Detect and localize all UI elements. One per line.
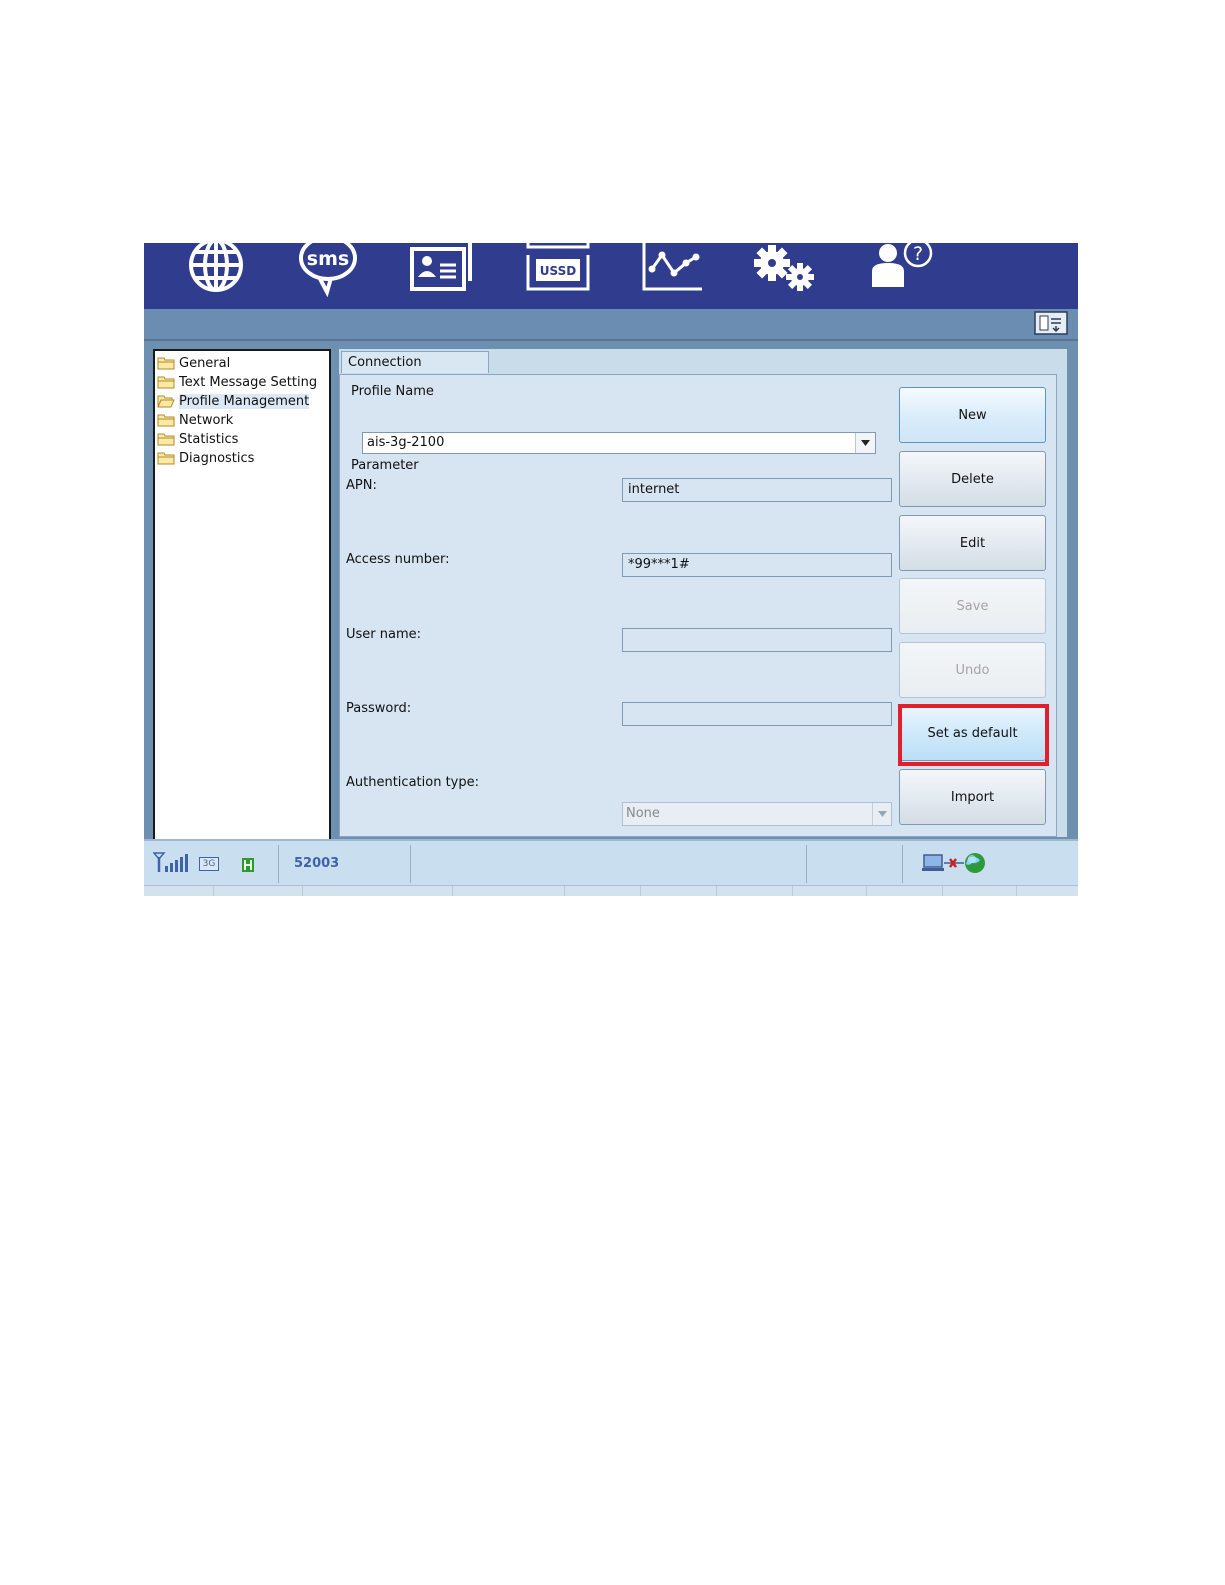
settings-tree: General Text Message Setting Profile Man… bbox=[153, 349, 331, 841]
footer-divider bbox=[792, 886, 793, 896]
undo-button[interactable]: Undo bbox=[899, 642, 1046, 698]
tree-item-statistics[interactable]: Statistics bbox=[157, 430, 238, 448]
import-button[interactable]: Import bbox=[899, 769, 1046, 825]
tree-item-label: General bbox=[179, 355, 231, 371]
svg-text:?: ? bbox=[913, 243, 923, 265]
authentication-type-value: None bbox=[626, 806, 660, 821]
roaming-icon bbox=[242, 858, 254, 872]
status-bar: 3G 52003 bbox=[144, 839, 1078, 896]
svg-text:sms: sms bbox=[307, 248, 349, 270]
authentication-type-select[interactable]: None bbox=[622, 802, 892, 826]
access-number-label: Access number: bbox=[346, 552, 450, 567]
ussd-icon[interactable]: USSD bbox=[524, 243, 592, 297]
chevron-down-icon[interactable] bbox=[855, 433, 875, 453]
tree-item-profile-management[interactable]: Profile Management bbox=[157, 392, 310, 410]
globe-icon[interactable] bbox=[186, 243, 246, 297]
tree-item-network[interactable]: Network bbox=[157, 411, 233, 429]
profile-name-label: Profile Name bbox=[351, 384, 434, 399]
content-area: General Text Message Setting Profile Man… bbox=[144, 341, 1078, 841]
tree-item-general[interactable]: General bbox=[157, 354, 230, 372]
access-number-field[interactable]: *99***1# bbox=[622, 553, 892, 577]
parameter-label: Parameter bbox=[351, 458, 419, 473]
tree-item-label: Diagnostics bbox=[179, 450, 255, 466]
folder-icon bbox=[157, 452, 175, 465]
app-window: sms USSD ? General Text Message Setting … bbox=[144, 243, 1078, 896]
user-name-field[interactable] bbox=[622, 628, 892, 652]
set-as-default-button[interactable]: Set as default bbox=[899, 705, 1046, 761]
connection-status-icon bbox=[922, 853, 985, 873]
chevron-down-icon[interactable] bbox=[872, 803, 891, 825]
status-separator bbox=[410, 845, 411, 883]
folder-icon bbox=[157, 376, 175, 389]
tree-item-label: Text Message Setting bbox=[179, 374, 318, 390]
tree-item-label: Profile Management bbox=[179, 393, 310, 409]
statistics-icon[interactable] bbox=[640, 243, 704, 297]
main-toolbar: sms USSD ? bbox=[144, 243, 1078, 309]
footer-divider bbox=[564, 886, 565, 896]
status-separator bbox=[902, 845, 903, 883]
status-separator bbox=[806, 845, 807, 883]
sms-icon[interactable]: sms bbox=[297, 243, 361, 297]
footer-divider bbox=[942, 886, 943, 896]
sub-toolbar bbox=[144, 309, 1078, 341]
folder-icon bbox=[157, 433, 175, 446]
footer-divider bbox=[1016, 886, 1017, 896]
new-button[interactable]: New bbox=[899, 387, 1046, 443]
contacts-icon[interactable] bbox=[408, 243, 478, 297]
panel-toggle-icon[interactable] bbox=[1034, 311, 1068, 335]
folder-icon bbox=[157, 414, 175, 427]
folder-icon bbox=[157, 357, 175, 370]
tree-item-diagnostics[interactable]: Diagnostics bbox=[157, 449, 254, 467]
apn-field[interactable]: internet bbox=[622, 478, 892, 502]
status-separator bbox=[278, 845, 279, 883]
apn-label: APN: bbox=[346, 478, 377, 493]
settings-icon[interactable] bbox=[752, 243, 822, 297]
password-field[interactable] bbox=[622, 702, 892, 726]
tab-connection-configuration[interactable]: Connection cofiguration bbox=[341, 351, 489, 392]
footer-divider bbox=[213, 886, 214, 896]
profile-name-value: ais-3g-2100 bbox=[367, 435, 445, 450]
profile-name-select[interactable]: ais-3g-2100 bbox=[362, 432, 876, 454]
network-type-badge: 3G bbox=[199, 857, 219, 871]
authentication-type-label: Authentication type: bbox=[346, 775, 479, 790]
tree-item-label: Network bbox=[179, 412, 234, 428]
edit-button[interactable]: Edit bbox=[899, 515, 1046, 571]
tree-item-label: Statistics bbox=[179, 431, 239, 447]
footer-divider bbox=[452, 886, 453, 896]
delete-button[interactable]: Delete bbox=[899, 451, 1046, 507]
save-button[interactable]: Save bbox=[899, 578, 1046, 634]
footer-divider bbox=[866, 886, 867, 896]
folder-open-icon bbox=[157, 395, 175, 408]
footer-divider bbox=[640, 886, 641, 896]
footer-divider bbox=[302, 886, 303, 896]
user-name-label: User name: bbox=[346, 627, 422, 642]
help-icon[interactable]: ? bbox=[866, 243, 936, 297]
tree-item-text-message-setting[interactable]: Text Message Setting bbox=[157, 373, 317, 391]
status-footer bbox=[144, 885, 1078, 896]
operator-code: 52003 bbox=[294, 856, 340, 871]
footer-divider bbox=[716, 886, 717, 896]
svg-text:USSD: USSD bbox=[540, 264, 576, 278]
password-label: Password: bbox=[346, 701, 412, 716]
signal-strength-icon bbox=[153, 852, 188, 872]
